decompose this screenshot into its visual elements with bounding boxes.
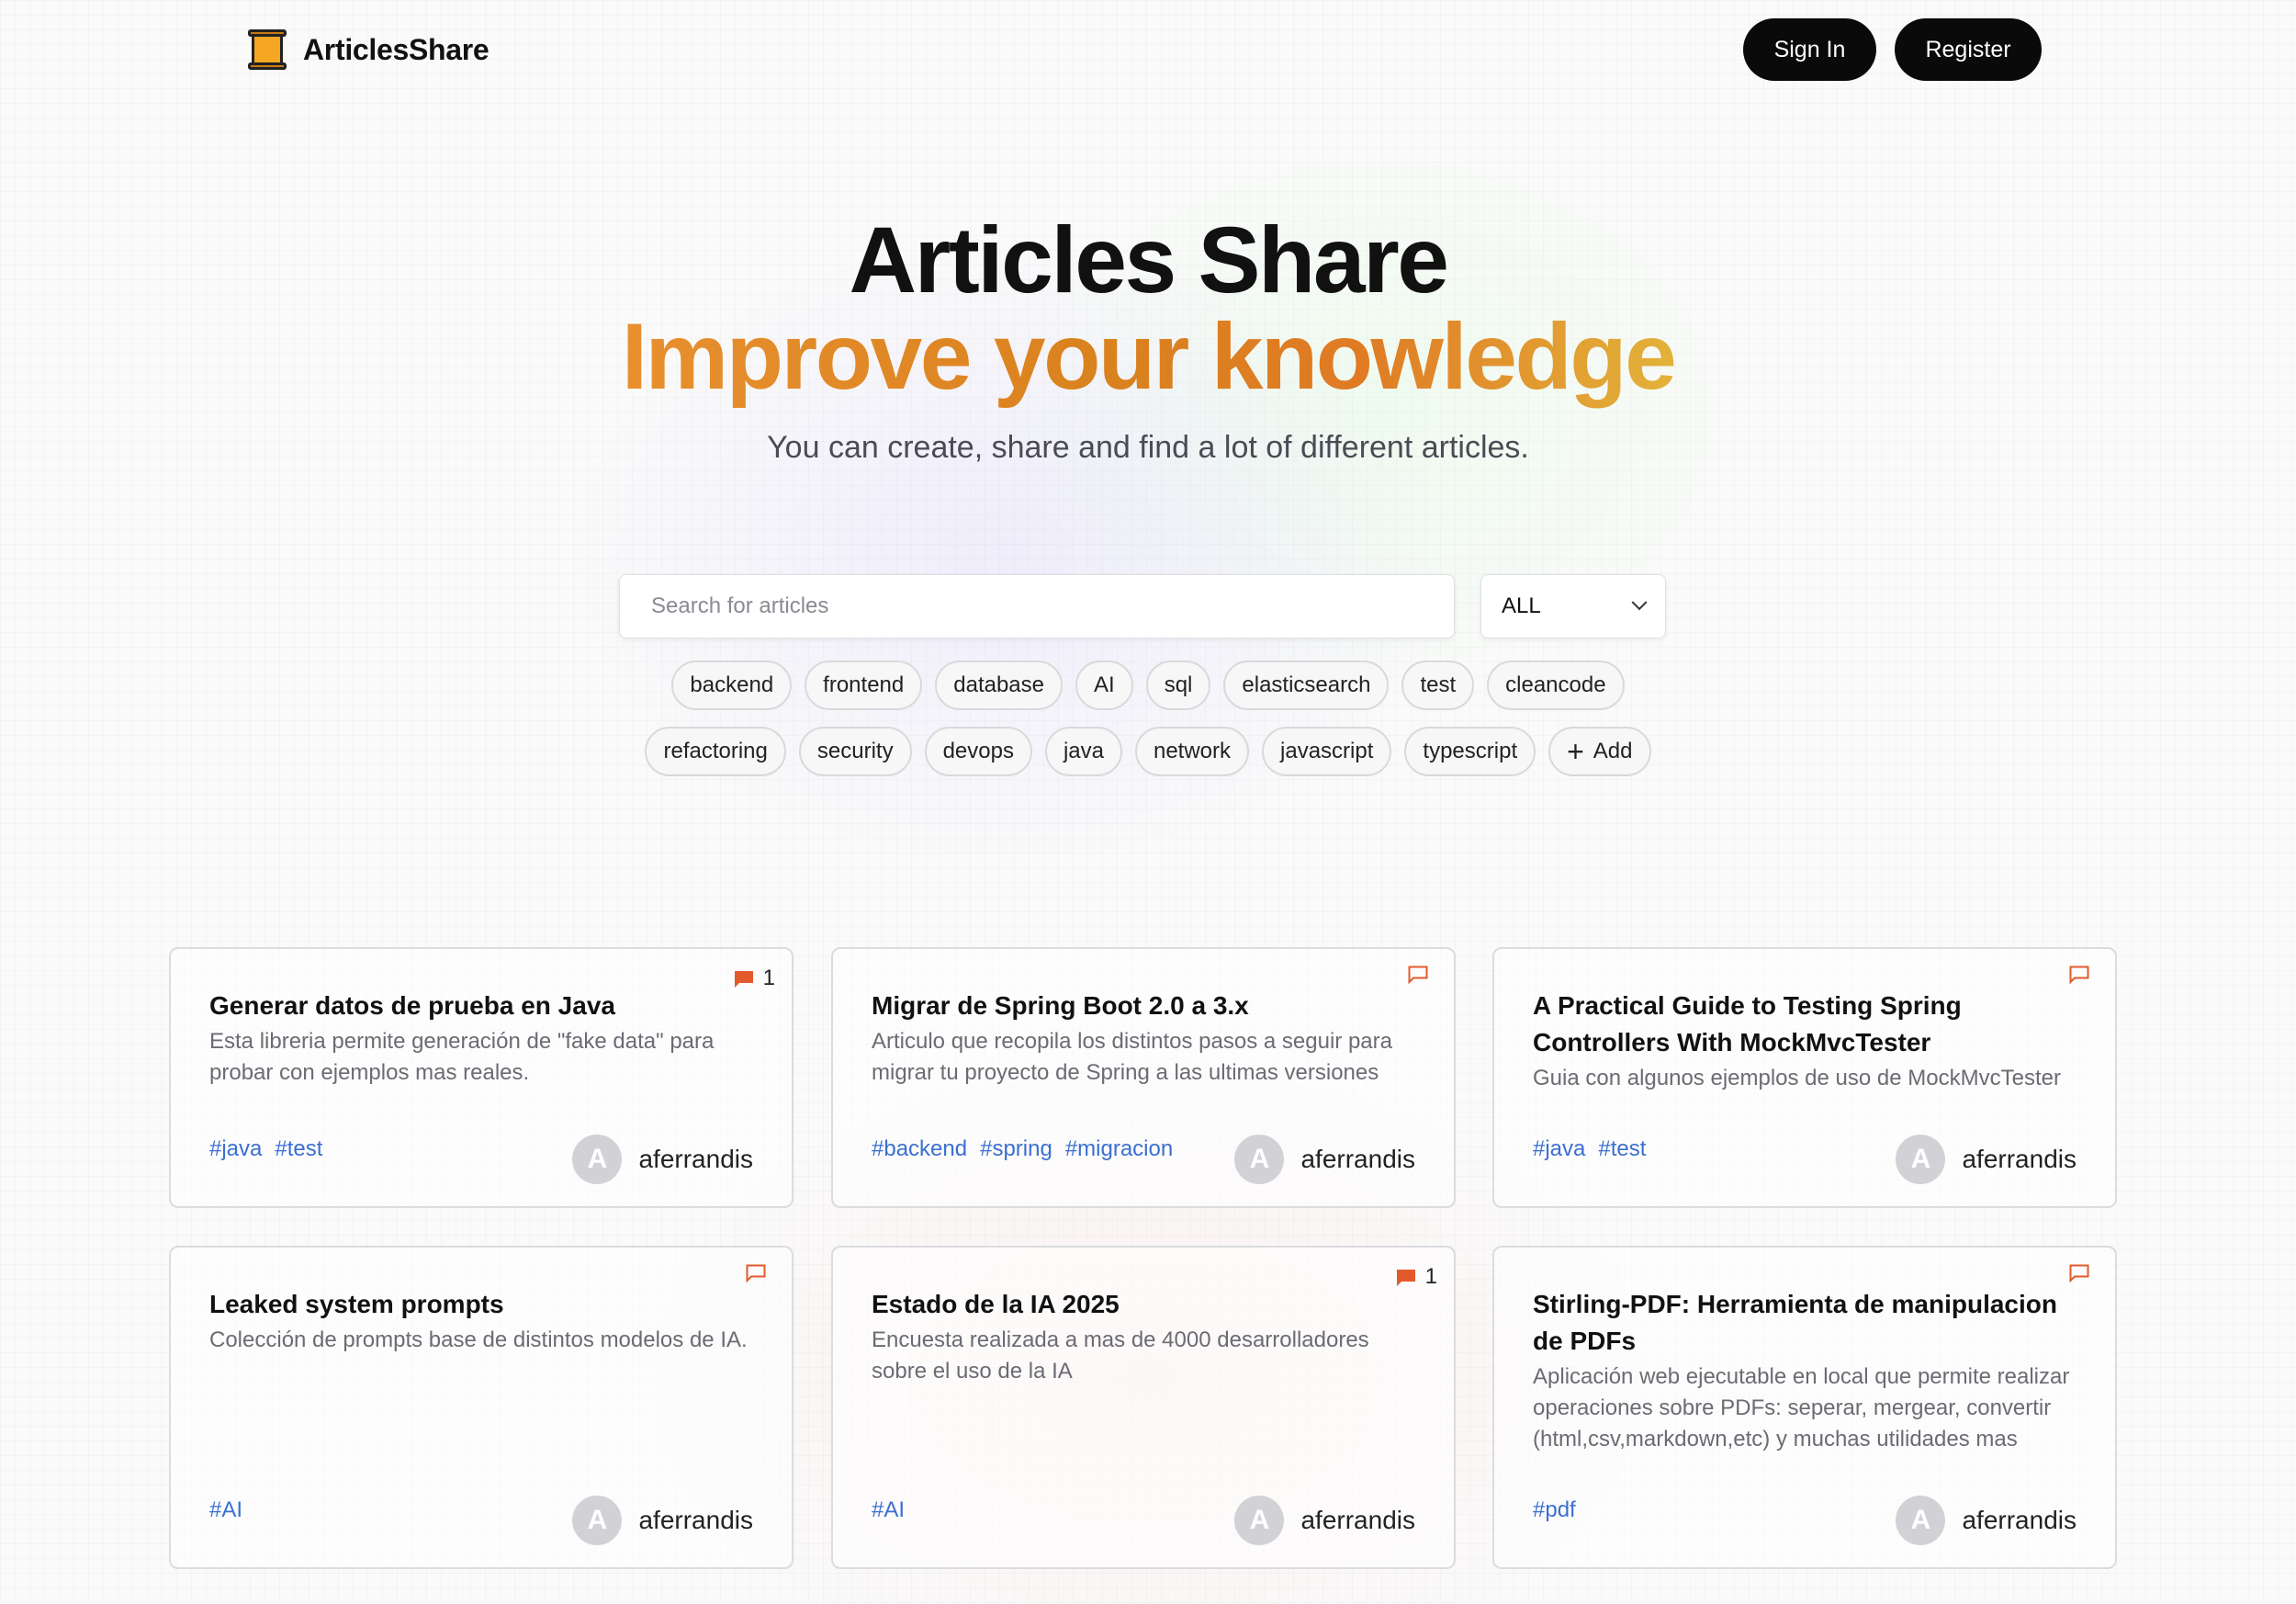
tag-cleancode[interactable]: cleancode bbox=[1487, 661, 1625, 710]
article-tag[interactable]: #backend bbox=[872, 1136, 967, 1162]
article-description: Guia con algunos ejemplos de uso de Mock… bbox=[1533, 1066, 2061, 1090]
avatar: A bbox=[1896, 1135, 1946, 1184]
tag-filter-row-1: backend frontend database AI sql elastic… bbox=[0, 661, 2296, 710]
avatar: A bbox=[1234, 1135, 1285, 1184]
article-author[interactable]: A aferrandis bbox=[572, 1135, 753, 1184]
author-name: aferrandis bbox=[1300, 1506, 1415, 1534]
comment-count[interactable] bbox=[1408, 966, 1437, 984]
comment-filled-icon bbox=[1396, 1269, 1416, 1286]
article-tags: #pdf bbox=[1533, 1497, 1576, 1523]
tag-typescript[interactable]: typescript bbox=[1404, 727, 1536, 776]
article-tag[interactable]: #java bbox=[1533, 1136, 1585, 1162]
article-tag[interactable]: #test bbox=[1598, 1136, 1646, 1162]
brand-logo[interactable]: ArticlesShare bbox=[248, 28, 490, 72]
author-name: aferrandis bbox=[1300, 1145, 1415, 1173]
plus-icon: + bbox=[1567, 735, 1584, 768]
article-tag[interactable]: #migracion bbox=[1065, 1136, 1173, 1162]
tag-ai[interactable]: AI bbox=[1075, 661, 1133, 710]
tag-security[interactable]: security bbox=[798, 727, 912, 776]
article-description: Encuesta realizada a mas de 4000 desarro… bbox=[872, 1327, 1369, 1384]
comment-count[interactable] bbox=[2069, 1264, 2099, 1282]
tag-refactoring[interactable]: refactoring bbox=[645, 727, 786, 776]
avatar: A bbox=[572, 1496, 623, 1545]
tag-sql[interactable]: sql bbox=[1145, 661, 1211, 710]
article-tag[interactable]: #java bbox=[209, 1136, 262, 1162]
article-title[interactable]: Leaked system prompts bbox=[209, 1286, 760, 1323]
hero-subtitle: Improve your knowledge bbox=[621, 304, 1677, 409]
comment-outline-icon bbox=[2069, 966, 2089, 984]
article-author[interactable]: A aferrandis bbox=[1896, 1496, 2077, 1545]
article-description: Colección de prompts base de distintos m… bbox=[209, 1327, 748, 1352]
article-tag[interactable]: #AI bbox=[872, 1497, 905, 1523]
article-tag[interactable]: #spring bbox=[980, 1136, 1052, 1162]
article-tags: #AI bbox=[209, 1497, 242, 1523]
comment-count[interactable] bbox=[746, 1264, 775, 1282]
register-button[interactable]: Register bbox=[1895, 18, 2042, 81]
comment-count[interactable] bbox=[2069, 966, 2099, 984]
comment-count-value: 1 bbox=[762, 966, 775, 990]
article-title[interactable]: Estado de la IA 2025 bbox=[872, 1286, 1423, 1323]
article-tag[interactable]: #test bbox=[275, 1136, 322, 1162]
add-tag-label: Add bbox=[1593, 739, 1633, 763]
article-tags: #java #test bbox=[209, 1136, 322, 1162]
comment-outline-icon bbox=[1408, 966, 1428, 984]
add-tag-button[interactable]: + Add bbox=[1548, 727, 1651, 776]
article-title[interactable]: Migrar de Spring Boot 2.0 a 3.x bbox=[872, 988, 1423, 1024]
hero-description: You can create, share and find a lot of … bbox=[767, 430, 1529, 465]
article-tags: #backend #spring #migracion bbox=[872, 1136, 1173, 1162]
tag-backend[interactable]: backend bbox=[671, 661, 793, 710]
comment-filled-icon bbox=[734, 970, 754, 988]
category-select-value: ALL bbox=[1502, 593, 1541, 618]
search-input[interactable] bbox=[619, 574, 1455, 638]
article-card[interactable]: 1 Estado de la IA 2025 Encuesta realizad… bbox=[831, 1246, 1456, 1569]
article-tag[interactable]: #AI bbox=[209, 1497, 242, 1523]
hero-title: Articles Share bbox=[849, 208, 1449, 312]
article-card[interactable]: Migrar de Spring Boot 2.0 a 3.x Articulo… bbox=[831, 947, 1456, 1208]
tag-java[interactable]: java bbox=[1044, 727, 1122, 776]
tag-filter-row-2: refactoring security devops java network… bbox=[0, 727, 2296, 776]
article-description: Aplicación web ejecutable en local que p… bbox=[1533, 1364, 2070, 1452]
category-select[interactable]: ALL bbox=[1480, 574, 1666, 638]
article-description: Esta libreria permite generación de "fak… bbox=[209, 1029, 715, 1085]
article-author[interactable]: A aferrandis bbox=[1234, 1135, 1415, 1184]
tag-elasticsearch[interactable]: elasticsearch bbox=[1223, 661, 1390, 710]
comment-outline-icon bbox=[2069, 1264, 2089, 1282]
article-description: Articulo que recopila los distintos paso… bbox=[872, 1029, 1392, 1085]
tag-network[interactable]: network bbox=[1134, 727, 1250, 776]
avatar: A bbox=[1896, 1496, 1946, 1545]
article-card[interactable]: Stirling-PDF: Herramienta de manipulacio… bbox=[1492, 1246, 2117, 1569]
article-author[interactable]: A aferrandis bbox=[1896, 1135, 2077, 1184]
tag-test[interactable]: test bbox=[1401, 661, 1475, 710]
article-tags: #AI bbox=[872, 1497, 905, 1523]
scroll-icon bbox=[248, 29, 287, 70]
tag-database[interactable]: database bbox=[935, 661, 1064, 710]
sign-in-button[interactable]: Sign In bbox=[1743, 18, 1876, 81]
avatar: A bbox=[572, 1135, 623, 1184]
article-tags: #java #test bbox=[1533, 1136, 1646, 1162]
article-title[interactable]: Stirling-PDF: Herramienta de manipulacio… bbox=[1533, 1286, 2084, 1360]
comment-count-value: 1 bbox=[1424, 1264, 1437, 1289]
article-card[interactable]: A Practical Guide to Testing Spring Cont… bbox=[1492, 947, 2117, 1208]
avatar: A bbox=[1234, 1496, 1285, 1545]
tag-javascript[interactable]: javascript bbox=[1262, 727, 1392, 776]
article-title[interactable]: A Practical Guide to Testing Spring Cont… bbox=[1533, 988, 2084, 1061]
article-tag[interactable]: #pdf bbox=[1533, 1497, 1576, 1523]
author-name: aferrandis bbox=[1962, 1506, 2077, 1534]
brand-name: ArticlesShare bbox=[303, 32, 490, 66]
author-name: aferrandis bbox=[638, 1145, 753, 1173]
chevron-down-icon bbox=[1631, 594, 1648, 611]
author-name: aferrandis bbox=[638, 1506, 753, 1534]
article-author[interactable]: A aferrandis bbox=[1234, 1496, 1415, 1545]
author-name: aferrandis bbox=[1962, 1145, 2077, 1173]
tag-frontend[interactable]: frontend bbox=[805, 661, 923, 710]
article-card[interactable]: 1 Generar datos de prueba en Java Esta l… bbox=[169, 947, 793, 1208]
tag-devops[interactable]: devops bbox=[924, 727, 1032, 776]
article-title[interactable]: Generar datos de prueba en Java bbox=[209, 988, 760, 1024]
article-author[interactable]: A aferrandis bbox=[572, 1496, 753, 1545]
comment-outline-icon bbox=[746, 1264, 766, 1282]
article-card[interactable]: Leaked system prompts Colección de promp… bbox=[169, 1246, 793, 1569]
